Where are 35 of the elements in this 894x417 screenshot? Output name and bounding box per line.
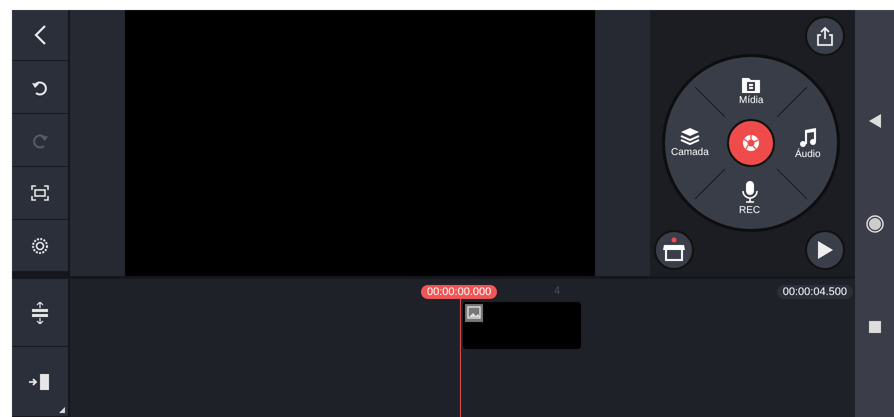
split-button[interactable] xyxy=(12,279,68,346)
fullscreen-button[interactable] xyxy=(12,167,68,219)
share-icon xyxy=(816,26,834,46)
music-note-icon xyxy=(798,127,817,147)
recents-nav-icon[interactable] xyxy=(868,321,880,334)
play-icon xyxy=(817,241,833,259)
film-folder-icon xyxy=(742,77,760,93)
current-time: 00:00:00.000 xyxy=(421,285,498,299)
fullscreen-icon xyxy=(31,185,49,201)
shutter-icon xyxy=(741,133,761,153)
store-icon xyxy=(662,237,686,263)
play-button[interactable] xyxy=(805,230,845,270)
rec-button[interactable]: REC xyxy=(739,181,760,216)
settings-icon xyxy=(31,236,49,254)
media-button[interactable]: Mídia xyxy=(739,77,764,106)
layer-button[interactable]: Camada xyxy=(671,127,709,158)
home-nav-icon[interactable] xyxy=(866,215,884,234)
split-icon xyxy=(31,302,49,324)
capture-button[interactable] xyxy=(727,119,775,167)
video-clip[interactable] xyxy=(463,302,581,349)
back-icon xyxy=(33,24,47,46)
total-time: 00:00:04.500 xyxy=(776,285,853,299)
enter-icon xyxy=(29,374,51,390)
back-button[interactable] xyxy=(12,10,68,60)
enter-button[interactable] xyxy=(12,347,68,416)
layers-icon xyxy=(680,127,700,145)
corner-triangle-icon xyxy=(59,407,65,413)
back-nav-icon[interactable] xyxy=(868,114,880,128)
audio-button[interactable]: Áudio xyxy=(795,127,821,160)
undo-button[interactable] xyxy=(12,61,68,113)
microphone-icon xyxy=(742,181,758,203)
store-button[interactable] xyxy=(654,230,694,270)
settings-button[interactable] xyxy=(12,220,68,271)
share-button[interactable] xyxy=(805,16,845,56)
image-icon xyxy=(465,304,483,322)
